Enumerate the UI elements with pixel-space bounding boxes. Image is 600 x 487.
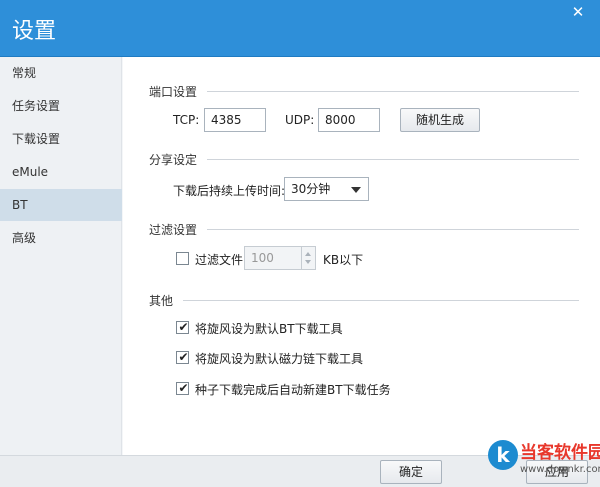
upload-time-label: 下载后持续上传时间: <box>173 184 286 198</box>
default-magnet-tool-checkbox[interactable]: ✔ <box>176 350 189 364</box>
section-divider <box>183 300 579 301</box>
checkmark-icon: ✔ <box>178 381 189 395</box>
sidebar-item-emule[interactable]: eMule <box>0 156 122 188</box>
title-bar: 设置 ✕ <box>0 0 600 57</box>
tcp-port-input[interactable]: 4385 <box>204 108 266 132</box>
stepper-down-icon <box>305 260 311 264</box>
ok-button[interactable]: 确定 <box>380 460 442 484</box>
other-section-title: 其他 <box>149 294 174 308</box>
auto-new-bt-task-checkbox[interactable]: ✔ <box>176 381 189 395</box>
filter-section-header: 过滤设置 <box>149 221 579 238</box>
section-divider <box>207 159 579 160</box>
udp-port-input[interactable]: 8000 <box>318 108 380 132</box>
port-section-header: 端口设置 <box>149 83 579 100</box>
sidebar-item-task-settings[interactable]: 任务设置 <box>0 90 122 122</box>
chevron-down-icon <box>351 187 361 193</box>
upload-time-select[interactable]: 30分钟 <box>284 177 369 201</box>
section-divider <box>207 229 579 230</box>
random-generate-button[interactable]: 随机生成 <box>400 108 480 132</box>
settings-sidebar: 常规 任务设置 下载设置 eMule BT 高级 <box>0 57 122 455</box>
tcp-label: TCP: <box>173 113 200 127</box>
filter-section-title: 过滤设置 <box>149 223 198 237</box>
window-title: 设置 <box>12 19 57 44</box>
watermark-url: www.downkr.com <box>520 464 600 475</box>
share-section-header: 分享设定 <box>149 151 579 168</box>
share-section-title: 分享设定 <box>149 153 198 167</box>
stepper-buttons <box>301 247 315 269</box>
settings-content: 端口设置 TCP: 4385 UDP: 8000 随机生成 分享设定 下载后持续… <box>123 57 600 455</box>
checkmark-icon: ✔ <box>178 320 189 334</box>
default-magnet-tool-label: 将旋风设为默认磁力链下载工具 <box>195 352 364 366</box>
sidebar-item-advanced[interactable]: 高级 <box>0 222 122 254</box>
stepper-up-icon <box>305 252 311 256</box>
other-section-header: 其他 <box>149 292 579 309</box>
close-icon[interactable]: ✕ <box>568 2 588 22</box>
section-divider <box>207 91 579 92</box>
filter-size-stepper: 100 <box>244 246 316 270</box>
filter-size-unit: KB以下 <box>323 253 364 267</box>
default-bt-tool-label: 将旋风设为默认BT下载工具 <box>195 322 343 336</box>
port-section-title: 端口设置 <box>149 85 198 99</box>
upload-time-value: 30分钟 <box>291 182 331 196</box>
sidebar-item-download-settings[interactable]: 下载设置 <box>0 123 122 155</box>
filter-size-value: 100 <box>251 251 274 265</box>
udp-label: UDP: <box>285 113 315 127</box>
filter-files-label: 过滤文件 <box>195 253 244 267</box>
auto-new-bt-task-label: 种子下载完成后自动新建BT下载任务 <box>195 383 391 397</box>
watermark-logo-icon: k <box>488 440 518 470</box>
sidebar-item-bt[interactable]: BT <box>0 189 122 221</box>
default-bt-tool-checkbox[interactable]: ✔ <box>176 320 189 334</box>
site-watermark: k 当客软件园 www.downkr.com <box>488 438 600 484</box>
checkmark-icon: ✔ <box>178 350 189 364</box>
sidebar-item-general[interactable]: 常规 <box>0 57 122 89</box>
filter-files-checkbox[interactable] <box>176 252 189 265</box>
watermark-title: 当客软件园 <box>520 443 600 463</box>
